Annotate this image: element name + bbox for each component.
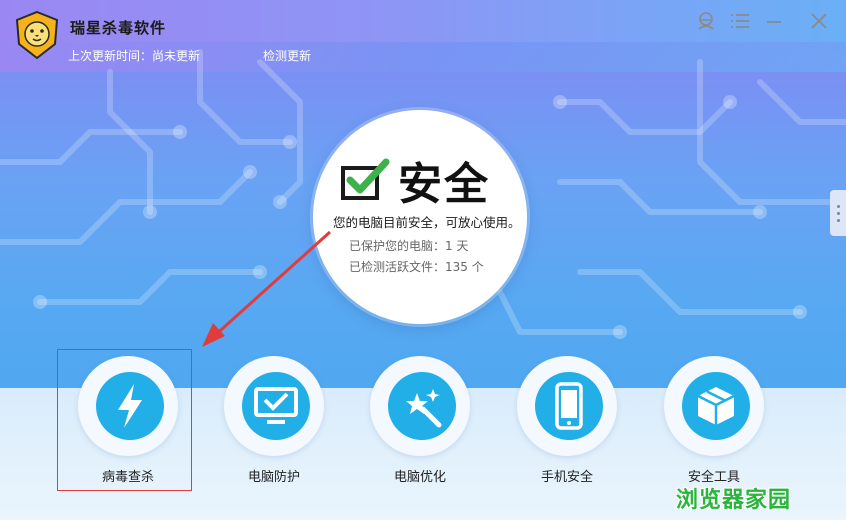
checkbox-check-icon: [341, 158, 390, 200]
lion-logo-icon: [15, 10, 59, 60]
status-headline: 安全: [398, 159, 490, 210]
monitor-shield-icon: [242, 372, 310, 440]
tool-label: 手机安全: [540, 470, 593, 485]
protected-days-stat: 已保护您的电脑：1 天: [349, 239, 469, 253]
tool-mobile-security[interactable]: 手机安全: [515, 356, 621, 496]
menu-button[interactable]: [727, 8, 753, 34]
minimize-button[interactable]: [761, 8, 787, 34]
close-icon: [811, 13, 827, 29]
phone-icon: [535, 372, 603, 440]
tool-pc-optimize[interactable]: 电脑优化: [368, 356, 474, 496]
app-title: 瑞星杀毒软件: [70, 19, 167, 37]
tool-label: 电脑防护: [247, 470, 300, 485]
close-button[interactable]: [806, 8, 832, 34]
tool-label: 电脑优化: [393, 470, 446, 485]
antivirus-window: 瑞星杀毒软件 上次更新时间：尚未更新 检测更新 安全 您的电脑目前安全，可放心使…: [0, 0, 846, 520]
magic-wand-icon: [388, 372, 456, 440]
status-description: 您的电脑目前安全，可放心使用。: [333, 215, 521, 230]
user-icon: [698, 12, 714, 30]
tool-security-tools[interactable]: 安全工具: [662, 356, 768, 496]
minimize-icon: [767, 21, 781, 23]
check-update-link[interactable]: 检测更新: [263, 47, 311, 64]
menu-icon: [731, 14, 749, 28]
files-checked-stat: 已检测活跃文件：135 个: [349, 260, 484, 274]
highlight-box: [57, 349, 192, 491]
watermark: 浏览器家园: [676, 488, 792, 513]
tool-pc-protection[interactable]: 电脑防护: [222, 356, 328, 496]
update-status: 上次更新时间：尚未更新: [68, 49, 201, 63]
side-panel-handle[interactable]: [830, 190, 846, 236]
account-button[interactable]: [693, 8, 719, 34]
box-icon: [682, 372, 750, 440]
